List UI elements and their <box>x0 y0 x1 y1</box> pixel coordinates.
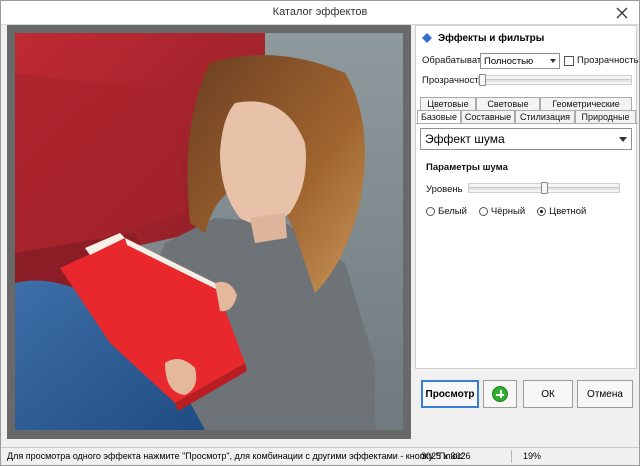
radio-white-label: Белый <box>438 206 467 217</box>
radio-white-circle[interactable] <box>426 207 435 216</box>
chevron-down-icon <box>619 136 627 142</box>
cancel-button[interactable]: Отмена <box>577 380 633 408</box>
radio-colored[interactable]: Цветной <box>537 206 586 217</box>
preview-button[interactable]: Просмотр <box>421 380 479 408</box>
tab-geometric[interactable]: Геометрические <box>540 97 632 110</box>
plus-button[interactable] <box>483 380 517 408</box>
effect-select[interactable]: Эффект шума <box>420 128 632 150</box>
tab-row-top: Цветовые Световые Геометрические <box>420 97 632 110</box>
radio-black-label: Чёрный <box>490 206 526 217</box>
tab-basic[interactable]: Базовые <box>417 110 461 123</box>
window-title: Каталог эффектов <box>272 6 368 18</box>
process-select-value: Полностью <box>484 55 534 67</box>
section-title: Эффекты и фильтры <box>438 32 545 44</box>
process-row: Обрабатывать <box>422 55 486 66</box>
transparency-checkbox-row[interactable]: Прозрачность <box>564 55 639 66</box>
noise-color-radios: Белый Чёрный Цветной <box>426 206 586 217</box>
radio-colored-label: Цветной <box>549 206 587 217</box>
transparency-checkbox-label: Прозрачность <box>577 55 639 66</box>
plus-icon <box>492 386 508 402</box>
transparency-slider-label: Прозрачность <box>422 75 484 86</box>
tab-row-bottom: Базовые Составные Стилизация Природные <box>417 110 636 123</box>
slider-thumb[interactable] <box>479 74 486 86</box>
diamond-icon <box>422 33 432 43</box>
transparency-checkbox[interactable] <box>564 55 574 66</box>
radio-black-circle[interactable] <box>478 207 488 216</box>
close-icon[interactable] <box>615 6 629 20</box>
status-dimensions: 3025 x 3026 <box>421 451 471 461</box>
tab-light[interactable]: Световые <box>476 97 540 110</box>
effects-catalog-window: Каталог эффектов Эффекты и фильтры Обраб… <box>0 0 640 466</box>
tab-stylization[interactable]: Стилизация <box>515 110 575 123</box>
ok-button[interactable]: ОК <box>523 380 573 408</box>
process-select[interactable]: Полностью <box>480 53 560 69</box>
status-bar: Для просмотра одного эффекта нажмите "Пр… <box>1 447 639 465</box>
transparency-slider[interactable] <box>478 74 632 86</box>
transparency-slider-row: Прозрачность <box>422 75 484 86</box>
title-bar: Каталог эффектов <box>1 1 639 25</box>
tab-natural[interactable]: Природные <box>575 110 636 123</box>
chevron-down-icon <box>550 59 556 63</box>
effect-select-value: Эффект шума <box>425 132 505 146</box>
status-hint: Для просмотра одного эффекта нажмите "Пр… <box>7 451 465 461</box>
effects-panel: Эффекты и фильтры Обрабатывать Полностью… <box>415 25 639 439</box>
section-header: Эффекты и фильтры <box>422 30 544 46</box>
params-title-row: Параметры шума <box>426 162 508 173</box>
status-zoom: 19% <box>523 451 542 461</box>
params-title: Параметры шума <box>426 162 508 173</box>
preview-photo <box>15 33 403 430</box>
tab-color[interactable]: Цветовые <box>420 97 476 110</box>
status-separator <box>511 450 512 463</box>
effects-panel-inner: Эффекты и фильтры Обрабатывать Полностью… <box>415 25 639 369</box>
radio-black[interactable]: Чёрный <box>478 206 526 217</box>
process-label: Обрабатывать <box>422 55 487 66</box>
tab-composite[interactable]: Составные <box>461 110 515 123</box>
radio-colored-circle[interactable] <box>537 207 547 216</box>
radio-white[interactable]: Белый <box>426 206 467 217</box>
level-row: Уровень <box>426 184 463 195</box>
slider-thumb[interactable] <box>541 182 548 194</box>
slider-track <box>479 79 631 82</box>
level-label: Уровень <box>426 184 463 195</box>
preview-pane <box>7 25 411 439</box>
tab-content-divider <box>416 123 638 124</box>
level-slider[interactable] <box>468 182 620 194</box>
